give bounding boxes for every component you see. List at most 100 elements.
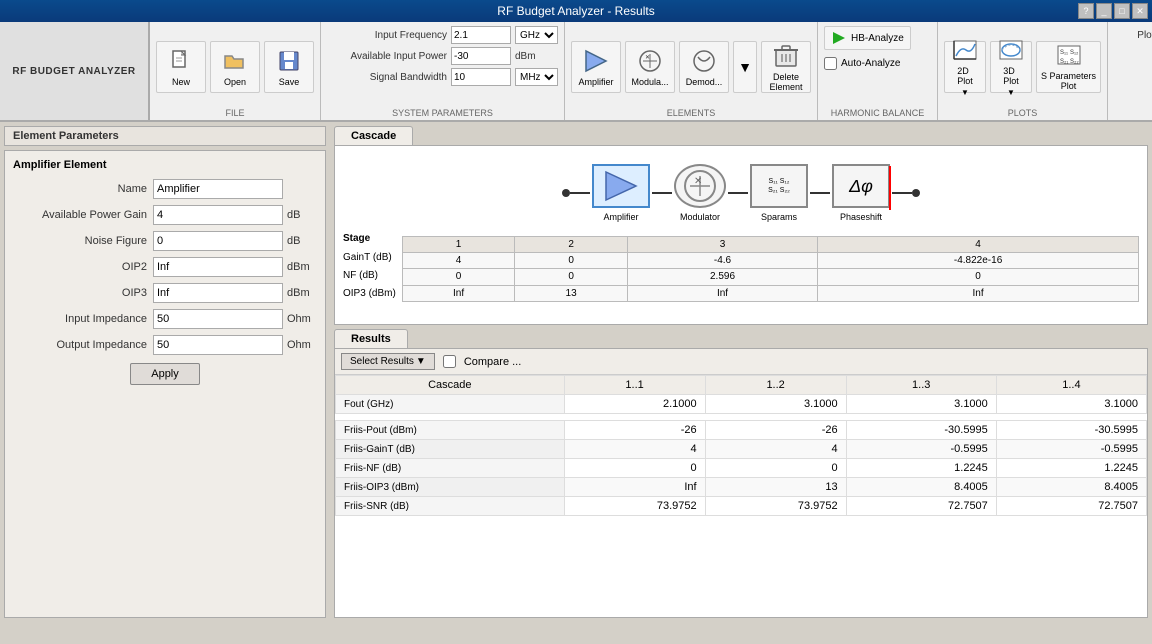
app-tab[interactable]: RF BUDGET ANALYZER	[0, 22, 150, 120]
play-icon	[831, 30, 847, 46]
resolution-row: Resolution points	[1114, 48, 1152, 66]
file-buttons: New Open Save	[156, 26, 314, 108]
delete-icon	[772, 42, 800, 70]
noise-figure-label: Noise Figure	[13, 235, 153, 247]
auto-analyze-checkbox[interactable]	[824, 57, 837, 70]
svg-text:S₂₂: S₂₂	[1070, 59, 1079, 65]
output-impedance-field[interactable]	[153, 335, 283, 355]
svg-text:S₁₁: S₁₁	[1060, 50, 1068, 56]
plot-3d-label: 3DPlot	[1003, 66, 1019, 86]
save-button[interactable]: Save	[264, 41, 314, 93]
plot-3d-icon	[997, 38, 1025, 64]
results-content-area: Select Results ▼ Compare ... Cascade 1..…	[334, 348, 1148, 618]
phaseshift-node[interactable]: Δφ Phaseshift	[832, 164, 890, 222]
spacer-row	[336, 414, 1147, 421]
noise-figure-unit: dB	[287, 235, 317, 247]
amplifier-node[interactable]: Amplifier	[592, 164, 650, 222]
input-impedance-unit: Ohm	[287, 313, 317, 325]
oip3-row: OIP3 dBm	[13, 283, 317, 303]
compare-checkbox[interactable]	[443, 355, 456, 368]
gain-1: 4	[402, 253, 515, 269]
plot-2d-icon	[951, 38, 979, 64]
modulator-button[interactable]: ✕ Modula...	[625, 41, 675, 93]
amplifier-element-title: Amplifier Element	[13, 159, 317, 171]
signal-bandwidth-unit[interactable]: MHzGHz	[515, 68, 558, 86]
phaseshift-node-label: Phaseshift	[840, 212, 882, 222]
results-section: Results Select Results ▼ Compare ... Cas…	[334, 329, 1148, 618]
oip2-unit: dBm	[287, 261, 317, 273]
window-controls[interactable]: ? _ □ ✕	[1078, 3, 1148, 19]
plot-3d-button[interactable]: 3DPlot ▼	[990, 41, 1032, 93]
maximize-button[interactable]: □	[1114, 3, 1130, 19]
main-content: Element Parameters Amplifier Element Nam…	[0, 122, 1152, 622]
nf-label: NF (dB)	[343, 266, 400, 284]
demodulator-icon	[690, 47, 718, 75]
col-1-3: 1..3	[846, 376, 996, 395]
new-button[interactable]: New	[156, 41, 206, 93]
hb-section-label: HARMONIC BALANCE	[824, 108, 931, 120]
open-label: Open	[224, 77, 246, 87]
hb-analyze-button[interactable]: HB-Analyze	[824, 26, 911, 50]
pout-label: Friis-Pout (dBm)	[336, 421, 565, 440]
modulator-box: ✕	[674, 164, 726, 208]
chain-line-0	[570, 192, 590, 194]
modulator-node[interactable]: ✕ Modulator	[674, 164, 726, 222]
snr-11: 73.9752	[564, 497, 705, 516]
oip3-row: Inf 13 Inf Inf	[402, 285, 1138, 301]
oip2-field[interactable]	[153, 257, 283, 277]
left-panel: Element Parameters Amplifier Element Nam…	[0, 122, 330, 622]
gaint-13: -0.5995	[846, 440, 996, 459]
s-params-plot-button[interactable]: S₁₁ S₁₂ S₂₁ S₂₂ S ParametersPlot	[1036, 41, 1101, 93]
cascade-section: Cascade Amplifier	[334, 126, 1148, 325]
close-button[interactable]: ✕	[1132, 3, 1148, 19]
fout-13: 3.1000	[846, 395, 996, 414]
oip2-row: OIP2 dBm	[13, 257, 317, 277]
amplifier-button[interactable]: Amplifier	[571, 41, 621, 93]
more-elements-button[interactable]: ▼	[733, 41, 757, 93]
params-plot-label: PLOTS	[1114, 108, 1152, 120]
element-params-body: Amplifier Element Name Available Power G…	[4, 150, 326, 618]
name-field[interactable]	[153, 179, 283, 199]
nf-14: 1.2245	[996, 459, 1146, 478]
gain-3: -4.6	[627, 253, 817, 269]
nf-row: 0 0 2.596 0	[402, 269, 1138, 285]
pout-13: -30.5995	[846, 421, 996, 440]
amplifier-shape	[601, 170, 641, 202]
select-results-button[interactable]: Select Results ▼	[341, 353, 435, 370]
demodulator-button[interactable]: Demod...	[679, 41, 729, 93]
gaint-label: GainT (dB)	[343, 248, 400, 266]
stage-4-header: 4	[818, 237, 1139, 253]
apply-button[interactable]: Apply	[130, 363, 200, 385]
input-frequency-unit[interactable]: GHzMHz	[515, 26, 558, 44]
help-button[interactable]: ?	[1078, 3, 1094, 19]
input-frequency-field[interactable]	[451, 26, 511, 44]
power-gain-unit: dB	[287, 209, 317, 221]
sparams-node[interactable]: S₁₁ S₁₂S₂₁ S₂₂ Sparams	[750, 164, 808, 222]
amplifier-label: Amplifier	[578, 77, 613, 87]
power-gain-label: Available Power Gain	[13, 209, 153, 221]
chevron-3d-icon: ▼	[1007, 88, 1015, 97]
plot-2d-button[interactable]: 2DPlot ▼	[944, 41, 986, 93]
row-labels: Stage GainT (dB) NF (dB) OIP3 (dBm)	[343, 228, 400, 302]
open-button[interactable]: Open	[210, 41, 260, 93]
noise-figure-field[interactable]	[153, 231, 283, 251]
oip3-4: Inf	[818, 285, 1139, 301]
pout-14: -30.5995	[996, 421, 1146, 440]
gain-4: -4.822e-16	[818, 253, 1139, 269]
minimize-button[interactable]: _	[1096, 3, 1112, 19]
cascade-tab[interactable]: Cascade	[334, 126, 413, 145]
power-gain-field[interactable]	[153, 205, 283, 225]
plots-buttons: 2DPlot ▼ 3DPlot ▼	[944, 26, 1101, 108]
plot-settings-content: Plot Bandwidth MHzGHz Resolution points	[1114, 26, 1152, 108]
available-input-power-field[interactable]	[451, 47, 511, 65]
pout-11: -26	[564, 421, 705, 440]
available-input-power-label: Available Input Power	[327, 51, 447, 62]
fout-row: Fout (GHz) 2.1000 3.1000 3.1000 3.1000	[336, 395, 1147, 414]
elements-section: Amplifier ✕ Modula...	[565, 22, 818, 120]
modulator-node-label: Modulator	[680, 212, 720, 222]
signal-bandwidth-field[interactable]	[451, 68, 511, 86]
results-tab[interactable]: Results	[334, 329, 408, 348]
oip3-field[interactable]	[153, 283, 283, 303]
delete-element-button[interactable]: DeleteElement	[761, 41, 811, 93]
input-impedance-field[interactable]	[153, 309, 283, 329]
